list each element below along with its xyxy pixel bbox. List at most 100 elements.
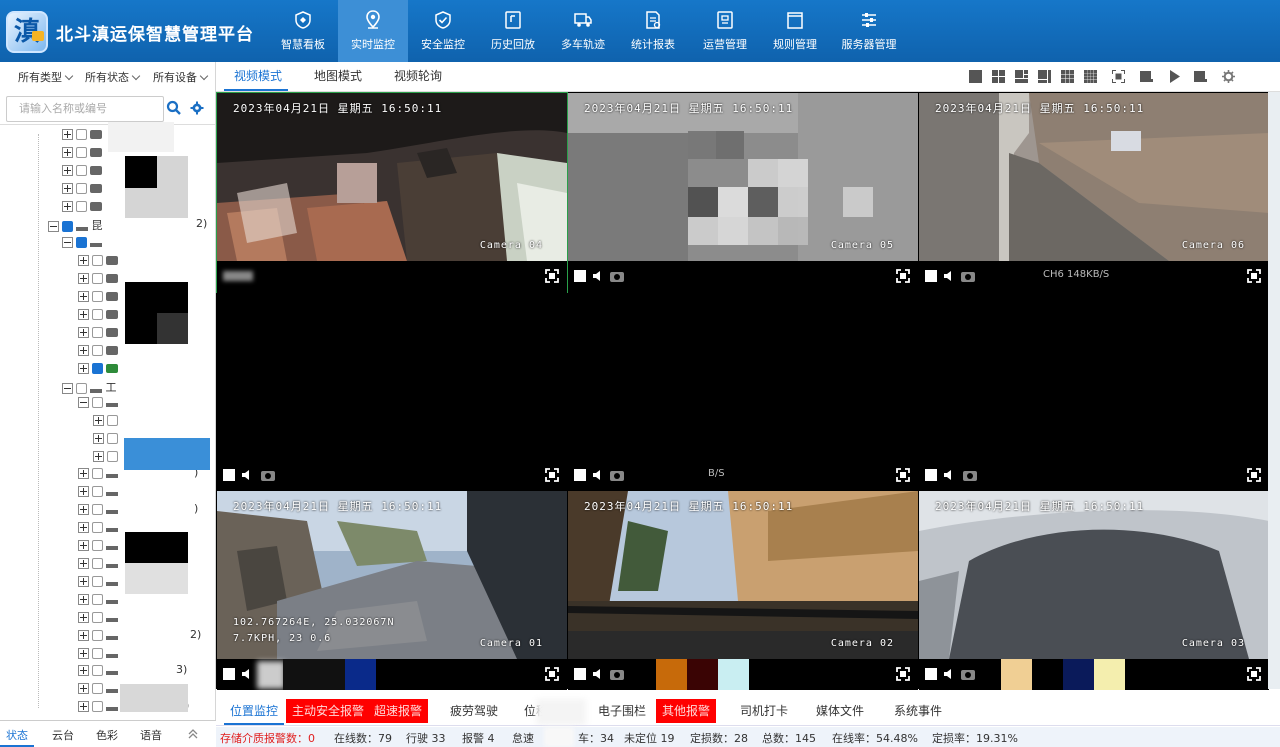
tree-node[interactable] bbox=[93, 413, 121, 427]
tree-node-group[interactable] bbox=[62, 235, 102, 249]
tree-node-group[interactable]: 昆 bbox=[48, 217, 103, 232]
tab-status[interactable]: 状态 bbox=[6, 727, 28, 743]
tree-node-group[interactable] bbox=[78, 699, 118, 713]
tree-node-group[interactable] bbox=[78, 520, 118, 534]
nav-rules[interactable]: 规则管理 bbox=[760, 0, 830, 62]
stop-video-button[interactable] bbox=[925, 668, 937, 680]
search-icon[interactable] bbox=[166, 100, 182, 116]
tree-node-group[interactable] bbox=[78, 681, 118, 695]
tree-node[interactable] bbox=[78, 307, 118, 321]
tree-node[interactable] bbox=[93, 431, 121, 445]
tree-node-group[interactable]: 工 bbox=[62, 379, 117, 394]
fullscreen-icon[interactable] bbox=[545, 667, 559, 681]
tree-node-group[interactable] bbox=[78, 395, 118, 409]
fullscreen-icon[interactable] bbox=[896, 468, 910, 482]
nav-server-management[interactable]: 服务器管理 bbox=[834, 0, 904, 62]
fullscreen-icon[interactable] bbox=[545, 269, 559, 283]
tree-node[interactable] bbox=[62, 163, 102, 177]
play-icon[interactable] bbox=[1168, 70, 1181, 83]
tree-node-group[interactable] bbox=[78, 538, 118, 552]
tab-position-monitor[interactable]: 位置监控 bbox=[224, 699, 284, 723]
search-input[interactable]: 请输入名称或编号 bbox=[6, 96, 164, 122]
tree-node[interactable] bbox=[78, 289, 118, 303]
tree-node[interactable] bbox=[78, 271, 118, 285]
tree-node[interactable] bbox=[62, 127, 102, 141]
tree-node[interactable] bbox=[78, 325, 118, 339]
stop-all-icon[interactable] bbox=[1140, 70, 1153, 83]
nav-operations[interactable]: 运营管理 bbox=[690, 0, 760, 62]
fullscreen-icon[interactable] bbox=[545, 468, 559, 482]
layout-1-icon[interactable] bbox=[969, 70, 982, 83]
tree-node[interactable] bbox=[78, 253, 118, 267]
layout-6-icon[interactable] bbox=[1015, 70, 1028, 83]
stop-icon[interactable] bbox=[1194, 70, 1207, 83]
tree-node-group[interactable] bbox=[78, 610, 118, 624]
tab-ptz[interactable]: 云台 bbox=[52, 727, 74, 743]
speaker-icon[interactable] bbox=[592, 469, 604, 481]
layout-8-icon[interactable] bbox=[1038, 70, 1051, 83]
nav-realtime-monitor[interactable]: 实时监控 bbox=[338, 0, 408, 62]
fullscreen-icon[interactable] bbox=[1112, 70, 1125, 83]
layout-9-icon[interactable] bbox=[1061, 70, 1074, 83]
speaker-icon[interactable] bbox=[943, 270, 955, 282]
tree-node-group[interactable] bbox=[78, 502, 118, 516]
speaker-icon[interactable] bbox=[943, 469, 955, 481]
nav-multi-vehicle-track[interactable]: 多车轨迹 bbox=[548, 0, 618, 62]
camera-snapshot-icon[interactable] bbox=[610, 668, 624, 680]
tree-node-selected[interactable] bbox=[78, 361, 118, 375]
gear-icon[interactable] bbox=[190, 101, 204, 115]
tab-other-alarm[interactable]: 其他报警 bbox=[656, 699, 717, 723]
video-cell-camera-04[interactable]: 2023年04月21日 星期五 16:50:11 Camera 04 bbox=[216, 92, 568, 293]
tab-map-mode[interactable]: 地图模式 bbox=[314, 67, 362, 84]
nav-statistics-report[interactable]: 统计报表 bbox=[618, 0, 688, 62]
video-cell-empty[interactable] bbox=[919, 292, 1269, 491]
camera-snapshot-icon[interactable] bbox=[610, 469, 624, 481]
stop-video-button[interactable] bbox=[925, 270, 937, 282]
layout-16-icon[interactable] bbox=[1084, 70, 1097, 83]
nav-smart-dashboard[interactable]: 智慧看板 bbox=[268, 0, 338, 62]
stop-video-button[interactable] bbox=[925, 469, 937, 481]
tree-node[interactable] bbox=[93, 449, 121, 463]
camera-snapshot-icon[interactable] bbox=[610, 270, 624, 282]
tree-node[interactable] bbox=[62, 181, 102, 195]
tab-media-files[interactable]: 媒体文件 bbox=[810, 699, 870, 723]
video-cell-empty[interactable]: B/S bbox=[568, 292, 918, 491]
video-cell-camera-05[interactable]: 2023年04月21日 星期五 16:50:11 Camera 05 bbox=[568, 93, 918, 292]
tree-node-group[interactable] bbox=[78, 574, 118, 588]
fullscreen-icon[interactable] bbox=[896, 667, 910, 681]
stop-video-button[interactable] bbox=[574, 270, 586, 282]
tab-video-polling[interactable]: 视频轮询 bbox=[394, 67, 442, 84]
tree-node[interactable] bbox=[62, 199, 102, 213]
video-cell-camera-02[interactable]: 2023年04月21日 星期五 16:50:11 Camera 02 bbox=[568, 491, 918, 690]
tree-node-group[interactable] bbox=[78, 663, 118, 677]
video-cell-camera-01[interactable]: 2023年04月21日 星期五 16:50:11 102.767264E, 25… bbox=[217, 491, 567, 690]
nav-history-playback[interactable]: 历史回放 bbox=[478, 0, 548, 62]
layout-4-icon[interactable] bbox=[992, 70, 1005, 83]
camera-snapshot-icon[interactable] bbox=[963, 469, 977, 481]
fullscreen-icon[interactable] bbox=[1247, 468, 1261, 482]
fullscreen-icon[interactable] bbox=[896, 269, 910, 283]
speaker-icon[interactable] bbox=[943, 668, 955, 680]
fullscreen-icon[interactable] bbox=[1247, 269, 1261, 283]
stop-video-button[interactable] bbox=[574, 469, 586, 481]
tree-node-group[interactable] bbox=[78, 484, 118, 498]
filter-device-dropdown[interactable]: 所有设备 bbox=[153, 69, 209, 85]
tree-node-group[interactable] bbox=[78, 646, 118, 660]
speaker-icon[interactable] bbox=[592, 270, 604, 282]
stop-video-button[interactable] bbox=[223, 469, 235, 481]
tab-driver-checkin[interactable]: 司机打卡 bbox=[734, 699, 794, 723]
tab-overspeed-alarm[interactable]: 超速报警 bbox=[368, 699, 429, 723]
speaker-icon[interactable] bbox=[241, 469, 253, 481]
filter-status-dropdown[interactable]: 所有状态 bbox=[85, 69, 141, 85]
settings-gear-icon[interactable] bbox=[1222, 70, 1235, 83]
video-cell-empty[interactable] bbox=[217, 292, 567, 491]
video-cell-camera-03[interactable]: 2023年04月21日 星期五 16:50:11 Camera 03 bbox=[919, 491, 1269, 690]
camera-snapshot-icon[interactable] bbox=[961, 668, 975, 680]
camera-snapshot-icon[interactable] bbox=[261, 469, 275, 481]
camera-snapshot-icon[interactable] bbox=[961, 270, 975, 282]
tab-system-events[interactable]: 系统事件 bbox=[888, 699, 948, 723]
speaker-icon[interactable] bbox=[241, 668, 253, 680]
filter-type-dropdown[interactable]: 所有类型 bbox=[18, 69, 74, 85]
tree-node[interactable] bbox=[78, 343, 118, 357]
tab-active-safety-alarm[interactable]: 主动安全报警 bbox=[286, 699, 371, 723]
